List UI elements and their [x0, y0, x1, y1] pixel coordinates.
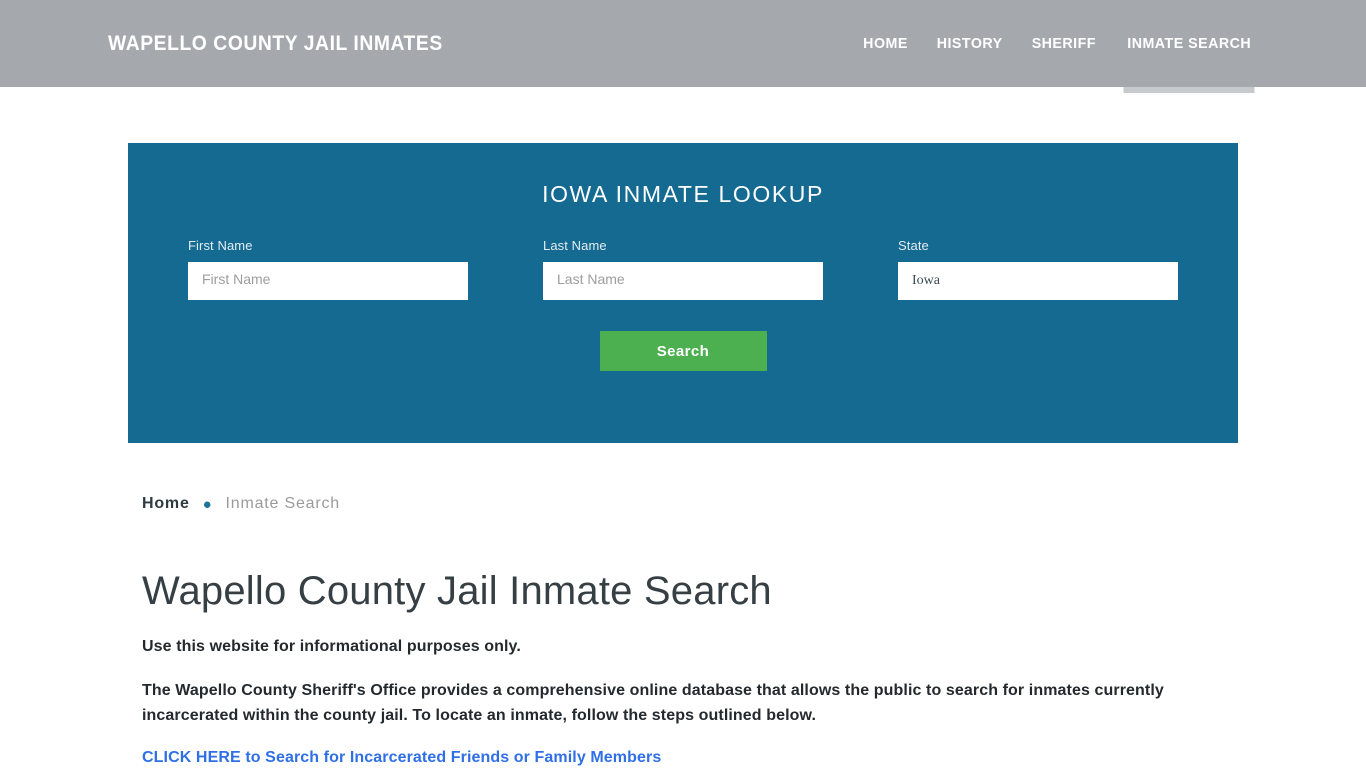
nav-item-home[interactable]: HOME: [863, 0, 908, 87]
first-name-input[interactable]: [188, 262, 468, 300]
search-button-row: Search: [128, 331, 1238, 371]
inmate-lookup-panel: IOWA INMATE LOOKUP First Name Last Name …: [128, 143, 1238, 443]
nav-item-history[interactable]: HISTORY: [936, 0, 1002, 87]
intro-text: Use this website for informational purpo…: [142, 638, 521, 655]
main-navigation: HOME HISTORY SHERIFF INMATE SEARCH: [862, 0, 1255, 93]
last-name-label: Last Name: [543, 238, 607, 253]
search-button[interactable]: Search: [599, 331, 767, 371]
description-paragraph: The Wapello County Sheriff's Office prov…: [142, 681, 1164, 724]
site-brand-logo[interactable]: WAPELLO COUNTY JAIL INMATES: [108, 32, 443, 56]
first-name-field-group: First Name: [188, 238, 468, 300]
state-field-group: State: [898, 238, 1178, 300]
last-name-field-group: Last Name: [543, 238, 823, 300]
page-content: Home ● Inmate Search Wapello County Jail…: [142, 495, 1224, 767]
nav-item-inmate-search[interactable]: INMATE SEARCH: [1123, 0, 1255, 93]
state-input[interactable]: [898, 262, 1178, 300]
lookup-panel-title: IOWA INMATE LOOKUP: [542, 181, 824, 207]
site-header: WAPELLO COUNTY JAIL INMATES HOME HISTORY…: [0, 0, 1366, 93]
first-name-label: First Name: [188, 238, 253, 253]
inmate-search-cta-link[interactable]: CLICK HERE to Search for Incarcerated Fr…: [142, 749, 661, 767]
state-label: State: [898, 238, 929, 253]
breadcrumb-separator-icon: ●: [202, 495, 213, 513]
page-title: Wapello County Jail Inmate Search: [142, 569, 772, 613]
last-name-input[interactable]: [543, 262, 823, 300]
breadcrumb-current: Inmate Search: [225, 495, 340, 512]
breadcrumb: Home ● Inmate Search: [142, 495, 1224, 513]
breadcrumb-home-link[interactable]: Home: [142, 495, 190, 513]
nav-item-sheriff[interactable]: SHERIFF: [1032, 0, 1096, 87]
lookup-field-row: First Name Last Name State: [128, 208, 1238, 300]
